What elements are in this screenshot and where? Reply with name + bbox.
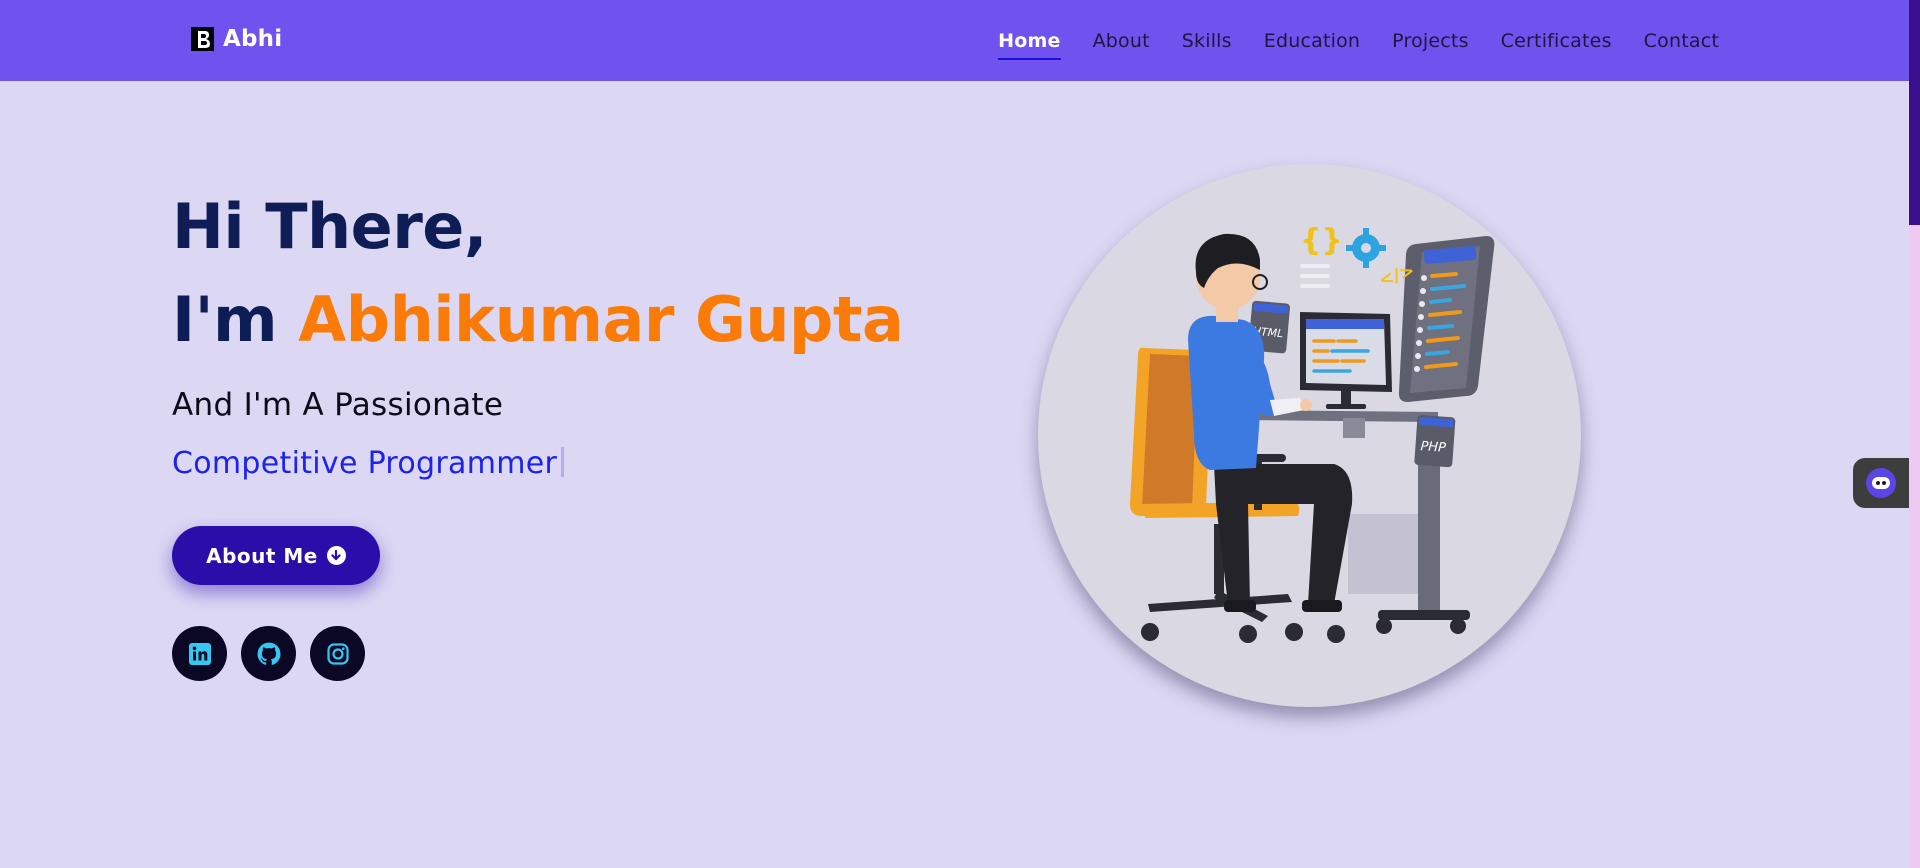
- curly-braces-icon: {}: [1300, 223, 1343, 258]
- nav-link-skills[interactable]: Skills: [1182, 24, 1232, 58]
- hero-role-typing: Competitive Programmer: [172, 446, 565, 481]
- nav-link-contact[interactable]: Contact: [1644, 24, 1719, 58]
- nav-link-home[interactable]: Home: [998, 24, 1062, 60]
- nav-link-about[interactable]: About: [1093, 24, 1150, 58]
- scrollbar-track[interactable]: [1909, 0, 1920, 868]
- nav-link-certificates[interactable]: Certificates: [1501, 24, 1612, 58]
- instagram-link[interactable]: [310, 626, 365, 681]
- nav-link-education[interactable]: Education: [1264, 24, 1360, 58]
- hero-role-text: Competitive Programmer: [172, 446, 558, 481]
- text-lines-icon: [1300, 264, 1330, 288]
- brand-logo-icon: [191, 27, 214, 51]
- chatbot-icon: [1866, 468, 1896, 498]
- hero-illustration: {} </> HTML PHP: [1038, 164, 1581, 707]
- developer-illustration: {} </> HTML PHP: [1130, 223, 1495, 643]
- person: [1188, 233, 1353, 612]
- linkedin-icon: [188, 642, 211, 665]
- about-me-button[interactable]: About Me: [172, 526, 380, 585]
- brand-name: Abhi: [223, 26, 283, 52]
- chatbot-button[interactable]: [1853, 458, 1909, 508]
- arrow-down-circle-icon: [326, 546, 346, 565]
- hero-intro-text: I'm: [172, 283, 299, 356]
- navbar: Abhi Home About Skills Education Project…: [0, 0, 1909, 81]
- linkedin-link[interactable]: [172, 626, 227, 681]
- typing-caret: [561, 447, 565, 477]
- social-links: [172, 626, 365, 681]
- nav-link-projects[interactable]: Projects: [1392, 24, 1469, 58]
- github-link[interactable]: [241, 626, 296, 681]
- php-card: PHP: [1414, 415, 1456, 468]
- hero-name: Abhikumar Gupta: [298, 283, 904, 356]
- svg-text:PHP: PHP: [1420, 439, 1447, 456]
- hero-intro: I'm Abhikumar Gupta: [172, 283, 904, 356]
- monitor: [1300, 312, 1392, 409]
- nav-links: Home About Skills Education Projects Cer…: [966, 0, 1719, 81]
- about-me-label: About Me: [206, 543, 318, 568]
- scrollbar-thumb[interactable]: [1909, 0, 1920, 225]
- hero-subtitle: And I'm A Passionate: [172, 387, 504, 423]
- hero-greeting: Hi There,: [172, 190, 487, 263]
- gear-icon: [1346, 228, 1386, 268]
- github-icon: [257, 642, 280, 665]
- code-panel-right: [1398, 236, 1495, 402]
- brand[interactable]: Abhi: [191, 26, 282, 52]
- instagram-icon: [326, 642, 349, 665]
